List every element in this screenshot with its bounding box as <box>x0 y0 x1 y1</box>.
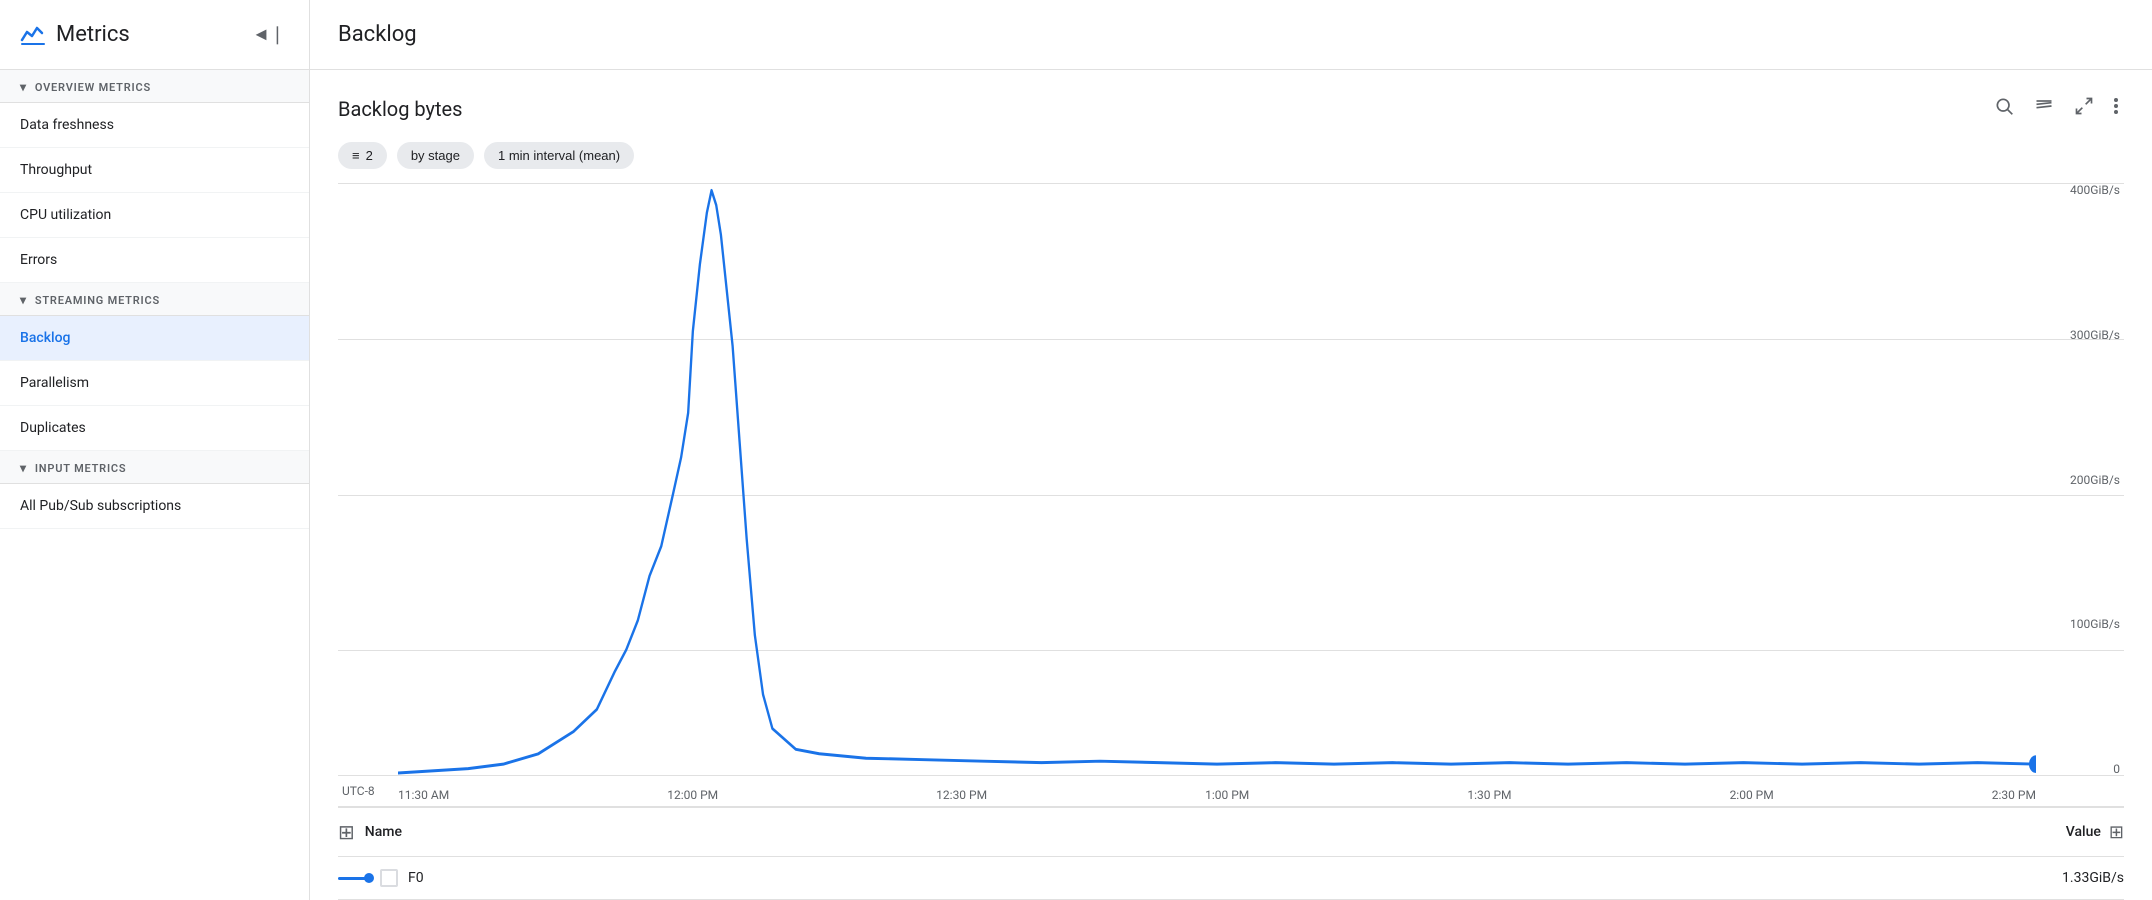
y-label-300: 300GiB/s <box>2070 328 2120 342</box>
legend-row-f0-value: 1.33GiB/s <box>2062 870 2124 886</box>
legend-checkbox-f0[interactable] <box>380 869 398 887</box>
sidebar-item-throughput[interactable]: Throughput <box>0 148 309 193</box>
filter-count-label: 2 <box>366 148 373 163</box>
x-label-100: 1:00 PM <box>1205 788 1249 802</box>
legend-value-column-header: Value ⊞ <box>2066 822 2124 843</box>
metrics-logo-icon <box>20 22 46 48</box>
section-label-streaming: STREAMING METRICS <box>35 294 160 307</box>
legend-header: ⊞ Name Value ⊞ <box>338 808 2124 857</box>
sidebar-title: Metrics <box>56 22 130 47</box>
chart-svg <box>398 183 2036 776</box>
section-label-input: INPUT METRICS <box>35 462 127 475</box>
x-axis-labels: 11:30 AM 12:00 PM 12:30 PM 1:00 PM 1:30 … <box>398 788 2036 802</box>
chart-line <box>398 190 2036 773</box>
legend-value-label: Value <box>2066 824 2101 840</box>
legend-grid-icon: ⊞ <box>338 820 355 844</box>
y-label-400: 400GiB/s <box>2070 183 2120 197</box>
section-header-streaming: ▾ STREAMING METRICS <box>0 283 309 316</box>
chart-container: Backlog bytes ≡ 2 <box>310 70 2152 900</box>
sidebar-item-errors[interactable]: Errors <box>0 238 309 283</box>
y-label-100: 100GiB/s <box>2070 617 2120 631</box>
x-label-1130: 11:30 AM <box>398 788 449 802</box>
chart-search-button[interactable] <box>1988 90 2020 128</box>
x-label-utc: UTC-8 <box>342 784 375 798</box>
filter-icon: ≡ <box>352 148 360 163</box>
x-label-1230: 12:30 PM <box>936 788 987 802</box>
sidebar-item-duplicates[interactable]: Duplicates <box>0 406 309 451</box>
chart-end-dot <box>2029 755 2036 773</box>
y-label-0: 0 <box>2113 762 2120 776</box>
sidebar-collapse-button[interactable]: ◄❘ <box>248 20 289 49</box>
x-label-230: 2:30 PM <box>1992 788 2036 802</box>
chart-expand-button[interactable] <box>2068 90 2100 128</box>
logo-area: Metrics <box>20 22 130 48</box>
legend-cols-icon[interactable]: ⊞ <box>2109 822 2124 843</box>
legend-name-column-header: ⊞ Name <box>338 820 402 844</box>
x-label-130: 1:30 PM <box>1467 788 1511 802</box>
sidebar-item-cpu-utilization[interactable]: CPU utilization <box>0 193 309 238</box>
sidebar-item-parallelism[interactable]: Parallelism <box>0 361 309 406</box>
y-label-200: 200GiB/s <box>2070 473 2120 487</box>
section-label-overview: OVERVIEW METRICS <box>35 81 151 94</box>
interval-label: 1 min interval (mean) <box>498 148 620 163</box>
chart-toolbar <box>1988 90 2124 128</box>
chevron-overview-icon: ▾ <box>20 80 27 94</box>
legend-table: ⊞ Name Value ⊞ F0 1.33GiB/s <box>338 807 2124 900</box>
chart-area: 400GiB/s 300GiB/s 200GiB/s 100GiB/s 0 UT… <box>338 183 2124 807</box>
chart-filters: ≡ 2 by stage 1 min interval (mean) <box>338 142 2124 169</box>
chart-title: Backlog bytes <box>338 97 462 121</box>
x-label-1200: 12:00 PM <box>667 788 718 802</box>
main-content: Backlog Backlog bytes ≡ <box>310 0 2152 900</box>
section-header-overview: ▾ OVERVIEW METRICS <box>0 70 309 103</box>
filter-interval-pill[interactable]: 1 min interval (mean) <box>484 142 634 169</box>
legend-row-f0-name: F0 <box>408 870 424 886</box>
section-header-input: ▾ INPUT METRICS <box>0 451 309 484</box>
filter-count-pill[interactable]: ≡ 2 <box>338 142 387 169</box>
chart-title-row: Backlog bytes <box>338 90 2124 128</box>
y-axis-labels: 400GiB/s 300GiB/s 200GiB/s 100GiB/s 0 <box>2044 183 2124 776</box>
chart-more-button[interactable] <box>2108 90 2124 128</box>
filter-by-stage-pill[interactable]: by stage <box>397 142 474 169</box>
main-page-title: Backlog <box>310 0 2152 70</box>
legend-row-f0: F0 1.33GiB/s <box>338 857 2124 900</box>
sidebar: Metrics ◄❘ ▾ OVERVIEW METRICS Data fresh… <box>0 0 310 900</box>
by-stage-label: by stage <box>411 148 460 163</box>
legend-row-f0-left: F0 <box>338 869 424 887</box>
sidebar-header: Metrics ◄❘ <box>0 0 309 70</box>
legend-line-indicator <box>338 877 370 880</box>
sidebar-item-backlog[interactable]: Backlog <box>0 316 309 361</box>
x-label-200: 2:00 PM <box>1730 788 1774 802</box>
sidebar-item-all-pubsub[interactable]: All Pub/Sub subscriptions <box>0 484 309 529</box>
sidebar-item-data-freshness[interactable]: Data freshness <box>0 103 309 148</box>
legend-name-label: Name <box>365 824 402 840</box>
chevron-streaming-icon: ▾ <box>20 293 27 307</box>
chevron-input-icon: ▾ <box>20 461 27 475</box>
chart-legend-button[interactable] <box>2028 90 2060 128</box>
